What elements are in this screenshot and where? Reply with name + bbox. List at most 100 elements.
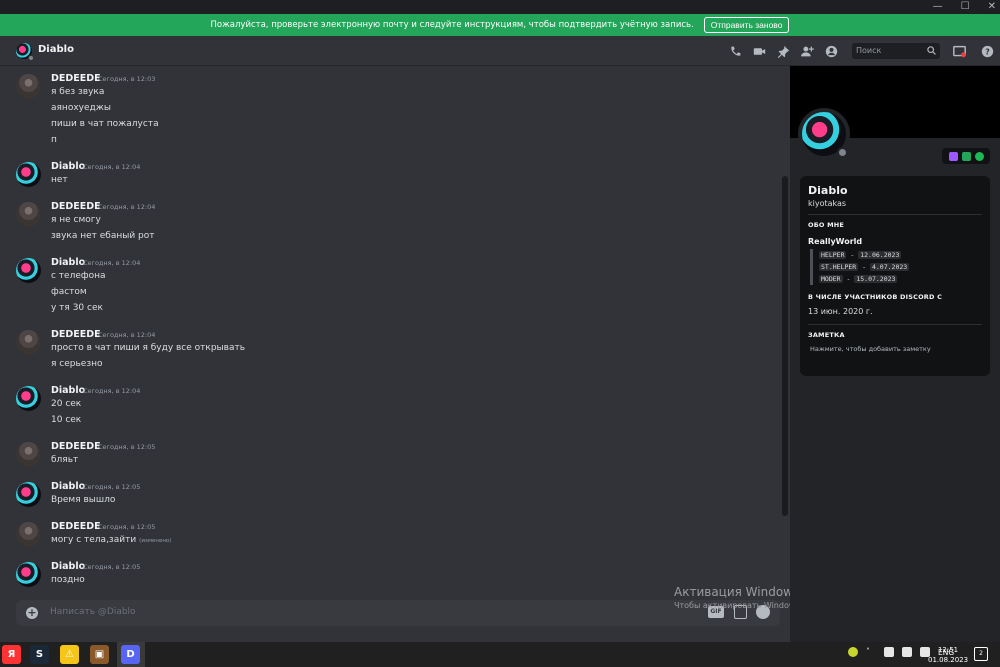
message-text: п	[51, 135, 57, 145]
network-icon[interactable]	[902, 647, 912, 657]
windows-taskbar: Я S ⚠ ▣ D ˄ ENG 12:51 01.08.2023 2	[0, 642, 1000, 667]
maximize-button[interactable]: ☐	[961, 0, 970, 14]
message-text: звука нет ебаный рот	[51, 231, 155, 241]
inbox-icon[interactable]	[952, 44, 966, 58]
svg-text:?: ?	[985, 46, 990, 56]
message-text-content: у тя 30 сек	[51, 303, 103, 313]
user-profile-panel: Diablo kiyotakas ОБО МНЕ ReallyWorld HEL…	[790, 66, 1000, 642]
role-separator: -	[842, 275, 855, 283]
yandex-browser-icon[interactable]: Я	[2, 645, 21, 664]
role-date: 4.07.2023	[869, 263, 910, 271]
video-icon[interactable]	[752, 44, 766, 58]
help-icon[interactable]: ?	[980, 44, 994, 58]
message-author[interactable]: DEDEEDE	[51, 329, 101, 340]
message-text: у тя 30 сек	[51, 303, 103, 313]
chat-area: DEDEEDE Сегодня, в 12:03 я без звука аяноху…	[6, 66, 790, 642]
attach-plus-icon[interactable]: +	[26, 607, 38, 619]
steam-icon[interactable]: S	[30, 645, 49, 664]
divider	[808, 214, 982, 215]
note-heading: ЗАМЕТКА	[808, 331, 845, 339]
about-heading: ОБО МНЕ	[808, 221, 845, 229]
avatar[interactable]	[16, 482, 41, 507]
header-toolbar	[728, 44, 838, 58]
resend-button[interactable]: Отправить заново	[703, 17, 790, 33]
message-author[interactable]: DEDEEDE	[51, 521, 101, 532]
scrollbar[interactable]	[782, 176, 788, 516]
minimize-button[interactable]: —	[933, 0, 943, 14]
message-text: я не смогу	[51, 215, 101, 225]
role-line: HELPER - 12.06.2023	[819, 249, 982, 261]
role-name: MODER	[819, 275, 843, 283]
message-text-content: бляьт	[51, 455, 79, 465]
add-friend-icon[interactable]	[800, 44, 814, 58]
message-input[interactable]: + Написать @Diablo GIF	[16, 600, 780, 626]
profile-icon[interactable]	[824, 44, 838, 58]
avatar[interactable]	[16, 202, 41, 227]
message-text-content: звука нет ебаный рот	[51, 231, 155, 241]
avatar[interactable]	[16, 562, 41, 587]
spotify-badge-icon[interactable]	[974, 151, 984, 161]
banner-text: Пожалуйста, проверьте электронную почту …	[210, 20, 694, 30]
avatar[interactable]	[16, 522, 41, 547]
message-author[interactable]: Diablo	[51, 385, 85, 396]
dm-title[interactable]: Diablo	[38, 44, 74, 55]
message-text-content: фастом	[51, 287, 87, 297]
search-input[interactable]: Поиск	[852, 43, 940, 59]
message-timestamp: Сегодня, в 12:04	[98, 331, 156, 339]
message-author[interactable]: Diablo	[51, 481, 85, 492]
message-author[interactable]: Diablo	[51, 561, 85, 572]
discord-icon[interactable]: D	[121, 645, 140, 664]
nitro-badge-icon[interactable]	[948, 151, 958, 161]
edited-label: (изменено)	[139, 538, 172, 544]
avatar[interactable]	[16, 162, 41, 187]
message-timestamp: Сегодня, в 12:04	[83, 259, 141, 267]
tray-app-icon[interactable]	[848, 647, 858, 657]
status-dot	[28, 55, 34, 61]
divider	[808, 324, 982, 325]
message-timestamp: Сегодня, в 12:04	[83, 163, 141, 171]
tray-onedrive-icon[interactable]	[884, 647, 894, 657]
message-text: просто в чат пиши я буду все открывать	[51, 343, 245, 353]
message-text-content: 10 сек	[51, 415, 82, 425]
role-separator: -	[858, 263, 870, 271]
message-text-content: пиши в чат пожалуста	[51, 119, 159, 129]
message-text: я серьезно	[51, 359, 103, 369]
note-input[interactable]: Нажмите, чтобы добавить заметку	[810, 345, 982, 353]
verify-email-banner: Пожалуйста, проверьте электронную почту …	[0, 14, 1000, 36]
message-timestamp: Сегодня, в 12:05	[83, 563, 141, 571]
pin-icon[interactable]	[776, 44, 790, 58]
role-name: HELPER	[819, 251, 847, 259]
clock-time: 12:51	[937, 646, 959, 654]
developer-badge-icon[interactable]	[961, 151, 971, 161]
search-icon	[927, 46, 936, 55]
message-text: с телефона	[51, 271, 105, 281]
profile-status-dot	[837, 147, 848, 158]
notification-center-icon[interactable]: 2	[974, 647, 988, 661]
avatar[interactable]	[16, 386, 41, 411]
app-yellow-icon[interactable]: ⚠	[60, 645, 79, 664]
message-author[interactable]: Diablo	[51, 161, 85, 172]
tray-chevron-icon[interactable]: ˄	[866, 647, 876, 657]
close-button[interactable]: ✕	[988, 0, 996, 14]
member-since-date: 13 июн. 2020 г.	[808, 307, 873, 316]
avatar[interactable]	[16, 442, 41, 467]
message-text-content: поздно	[51, 575, 85, 585]
roles-quote: HELPER - 12.06.2023 ST.HELPER - 4.07.2023…	[810, 249, 982, 285]
message-placeholder: Написать @Diablo	[50, 607, 136, 617]
message-author[interactable]: DEDEEDE	[51, 73, 101, 84]
message-text: могу с тела,зайти (изменено)	[51, 535, 171, 545]
header-right-icons: ?	[952, 44, 994, 58]
clock[interactable]: 12:51 01.08.2023	[928, 645, 968, 665]
message-list[interactable]: DEDEEDE Сегодня, в 12:03 я без звука аяноху…	[6, 66, 778, 596]
message-author[interactable]: DEDEEDE	[51, 441, 101, 452]
avatar[interactable]	[16, 258, 41, 283]
minecraft-icon[interactable]: ▣	[90, 645, 109, 664]
message-author[interactable]: Diablo	[51, 257, 85, 268]
call-icon[interactable]	[728, 44, 742, 58]
profile-card: Diablo kiyotakas ОБО МНЕ ReallyWorld HEL…	[800, 176, 990, 376]
avatar[interactable]	[16, 74, 41, 99]
role-line: ST.HELPER - 4.07.2023	[819, 261, 982, 273]
avatar[interactable]	[16, 330, 41, 355]
message-author[interactable]: DEDEEDE	[51, 201, 101, 212]
message-timestamp: Сегодня, в 12:05	[83, 483, 141, 491]
